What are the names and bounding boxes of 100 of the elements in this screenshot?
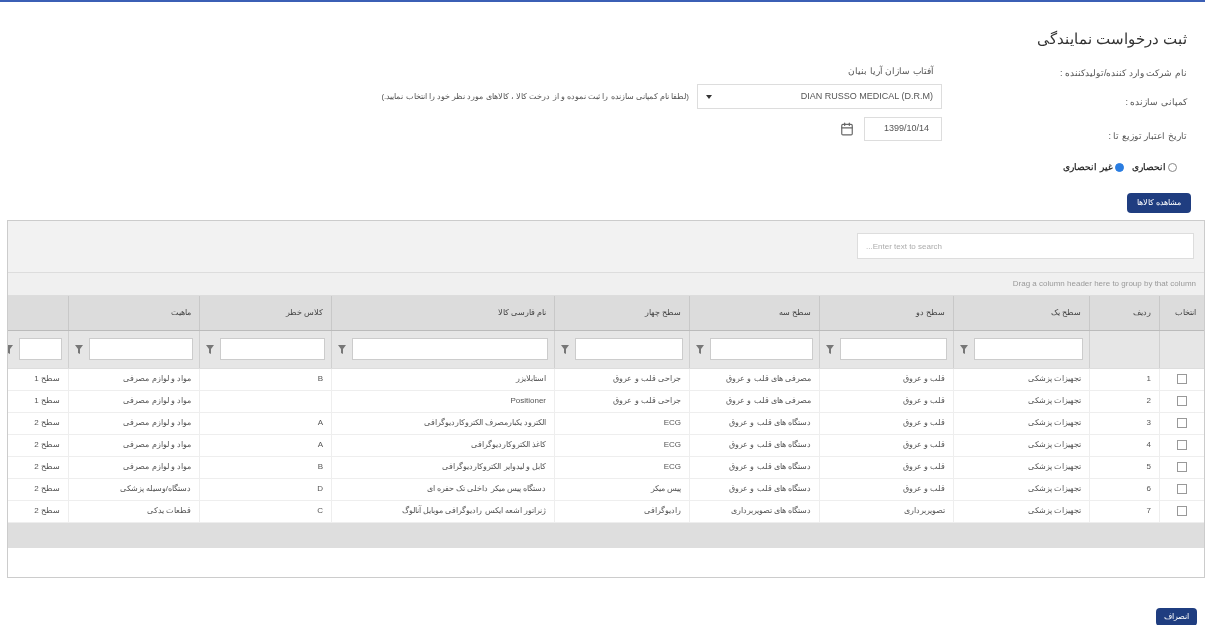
table-cell: تجهیزات پزشکی xyxy=(1027,417,1081,429)
table-cell: سطح 2 xyxy=(34,439,60,451)
filter-icon[interactable] xyxy=(826,344,834,354)
table-cell: دستگاه های قلب و عروق xyxy=(729,417,811,429)
date-field[interactable]: 1399/10/14 xyxy=(864,117,942,141)
filter-icon[interactable] xyxy=(561,344,569,354)
calendar-icon[interactable] xyxy=(840,122,854,136)
table-cell: 7 xyxy=(1146,505,1151,517)
filter-icon[interactable] xyxy=(206,344,214,354)
table-cell: مواد و لوازم مصرفی xyxy=(123,461,191,473)
caret-icon xyxy=(706,94,712,99)
table-cell: مصرفی های قلب و عروق xyxy=(726,395,811,407)
row-checkbox[interactable] xyxy=(1177,484,1187,494)
manufacturer-dropdown[interactable]: DIAN RUSSO MEDICAL (D.R.M) xyxy=(697,84,942,109)
table-cell: الکترود یکبارمصرف الکتروکاردیوگرافی xyxy=(423,417,546,429)
table-cell: دستگاه های قلب و عروق xyxy=(729,483,811,495)
table-cell: 2 xyxy=(1146,395,1151,407)
table-cell: تجهیزات پزشکی xyxy=(1027,373,1081,385)
company-name: آفتاب سازان آریا بنیان xyxy=(847,64,934,78)
table-cell: ECG xyxy=(663,439,681,451)
row-checkbox[interactable] xyxy=(1177,396,1187,406)
filter-field[interactable] xyxy=(89,338,193,360)
radio-button[interactable] xyxy=(1115,163,1124,173)
row-checkbox[interactable] xyxy=(1177,440,1187,450)
field-label: نام شرکت وارد کننده/تولیدکننده : xyxy=(1059,66,1187,80)
table-cell: تجهیزات پزشکی xyxy=(1027,461,1081,473)
field-label: کمپانی سازنده : xyxy=(1124,96,1187,109)
table-cell: استابلایزر xyxy=(516,373,546,385)
table-cell: ECG xyxy=(663,461,681,473)
table-cell: مصرفی های قلب و عروق xyxy=(726,373,811,385)
table-cell: قلب و عروق xyxy=(902,439,945,451)
table-cell: مواد و لوازم مصرفی xyxy=(123,439,191,451)
column-header[interactable]: نام فارسی کالا xyxy=(331,295,554,330)
table-cell: B xyxy=(317,461,323,473)
filter-field[interactable] xyxy=(974,338,1083,360)
page-title: ثبت درخواست نمایندگی xyxy=(1035,29,1187,50)
row-checkbox[interactable] xyxy=(1177,506,1187,516)
table-cell: دستگاه های تصویربرداری xyxy=(730,505,811,517)
radio-button[interactable] xyxy=(1168,163,1177,173)
table-cell: دستگاه های قلب و عروق xyxy=(729,461,811,473)
table-cell: A xyxy=(317,417,323,429)
table-cell: دستگاه/وسیله پزشکی xyxy=(119,483,191,495)
table-cell: 5 xyxy=(1146,461,1151,473)
group-panel-hint: Drag a column header here to group by that column xyxy=(1012,277,1196,290)
table-cell: سطح 2 xyxy=(34,417,60,429)
table-cell: قلب و عروق xyxy=(902,373,945,385)
table-cell: دستگاه پیس میکر داخلی تک حفره ای xyxy=(426,483,546,495)
search-field[interactable]: Enter text to search... xyxy=(857,233,1194,259)
column-header[interactable]: کلاس خطر xyxy=(199,295,331,330)
filter-field[interactable] xyxy=(220,338,325,360)
row-checkbox[interactable] xyxy=(1177,462,1187,472)
row-checkbox[interactable] xyxy=(1177,374,1187,384)
cancel-button[interactable]: انصراف xyxy=(1156,607,1197,625)
column-header[interactable]: سطح چهار xyxy=(554,295,689,330)
filter-icon[interactable] xyxy=(960,344,968,354)
radio-label: غیر انحصاری xyxy=(1063,161,1113,175)
column-header[interactable]: سطح دو xyxy=(819,295,953,330)
table-cell: 1 xyxy=(1146,373,1151,385)
hint-text: (لطفا نام کمپانی سازنده را ثبت نموده و از درخت کالا ، کالاهای مورد نظر خود را انتخاب نمایید.) xyxy=(381,90,689,103)
table-cell: قلب و عروق xyxy=(902,461,945,473)
column-header[interactable]: سطح سه xyxy=(689,295,819,330)
table-cell: تجهیزات پزشکی xyxy=(1027,395,1081,407)
table-cell: C xyxy=(317,505,323,517)
table-cell: 6 xyxy=(1146,483,1151,495)
table-cell: رادیوگرافی xyxy=(644,505,681,517)
table-cell: 3 xyxy=(1146,417,1151,429)
table-cell: قلب و عروق xyxy=(902,395,945,407)
column-header[interactable]: ردیف xyxy=(1089,295,1159,330)
table-cell: قلب و عروق xyxy=(902,483,945,495)
filter-icon[interactable] xyxy=(75,344,83,354)
column-header[interactable]: سطح یک xyxy=(953,295,1089,330)
filter-icon[interactable] xyxy=(696,344,704,354)
column-header[interactable]: انتخاب xyxy=(1159,295,1204,330)
view-items-button[interactable]: مشاهده کالاها xyxy=(1126,192,1191,213)
table-cell: جراحی قلب و عروق xyxy=(613,373,681,385)
radio-label: انحصاری xyxy=(1132,161,1166,175)
table-cell: B xyxy=(317,373,323,385)
table-cell: تجهیزات پزشکی xyxy=(1027,439,1081,451)
filter-field[interactable] xyxy=(710,338,813,360)
table-cell: ژنراتور اشعه ایکس رادیوگرافی موبایل آنالوگ xyxy=(401,505,546,517)
table-cell: کاغذ الکتروکاردیوگرافی xyxy=(470,439,546,451)
filter-icon[interactable] xyxy=(338,344,346,354)
table-cell: سطح 2 xyxy=(34,461,60,473)
table-cell: قلب و عروق xyxy=(902,417,945,429)
table-cell: مواد و لوازم مصرفی xyxy=(123,395,191,407)
table-cell: D xyxy=(317,483,323,495)
filter-field[interactable] xyxy=(352,338,548,360)
column-header[interactable]: ماهیت xyxy=(68,295,199,330)
table-cell: ECG xyxy=(663,417,681,429)
filter-field[interactable] xyxy=(575,338,683,360)
table-cell: سطح 1 xyxy=(34,373,60,385)
row-checkbox[interactable] xyxy=(1177,418,1187,428)
field-label: تاریخ اعتبار توزیع تا : xyxy=(1107,129,1187,143)
filter-field[interactable] xyxy=(19,338,62,360)
table-cell: تجهیزات پزشکی xyxy=(1027,505,1081,517)
filter-field[interactable] xyxy=(840,338,947,360)
table-cell: A xyxy=(317,439,323,451)
table-cell: سطح 1 xyxy=(34,395,60,407)
table-cell: مواد و لوازم مصرفی xyxy=(123,373,191,385)
table-cell: مواد و لوازم مصرفی xyxy=(123,417,191,429)
